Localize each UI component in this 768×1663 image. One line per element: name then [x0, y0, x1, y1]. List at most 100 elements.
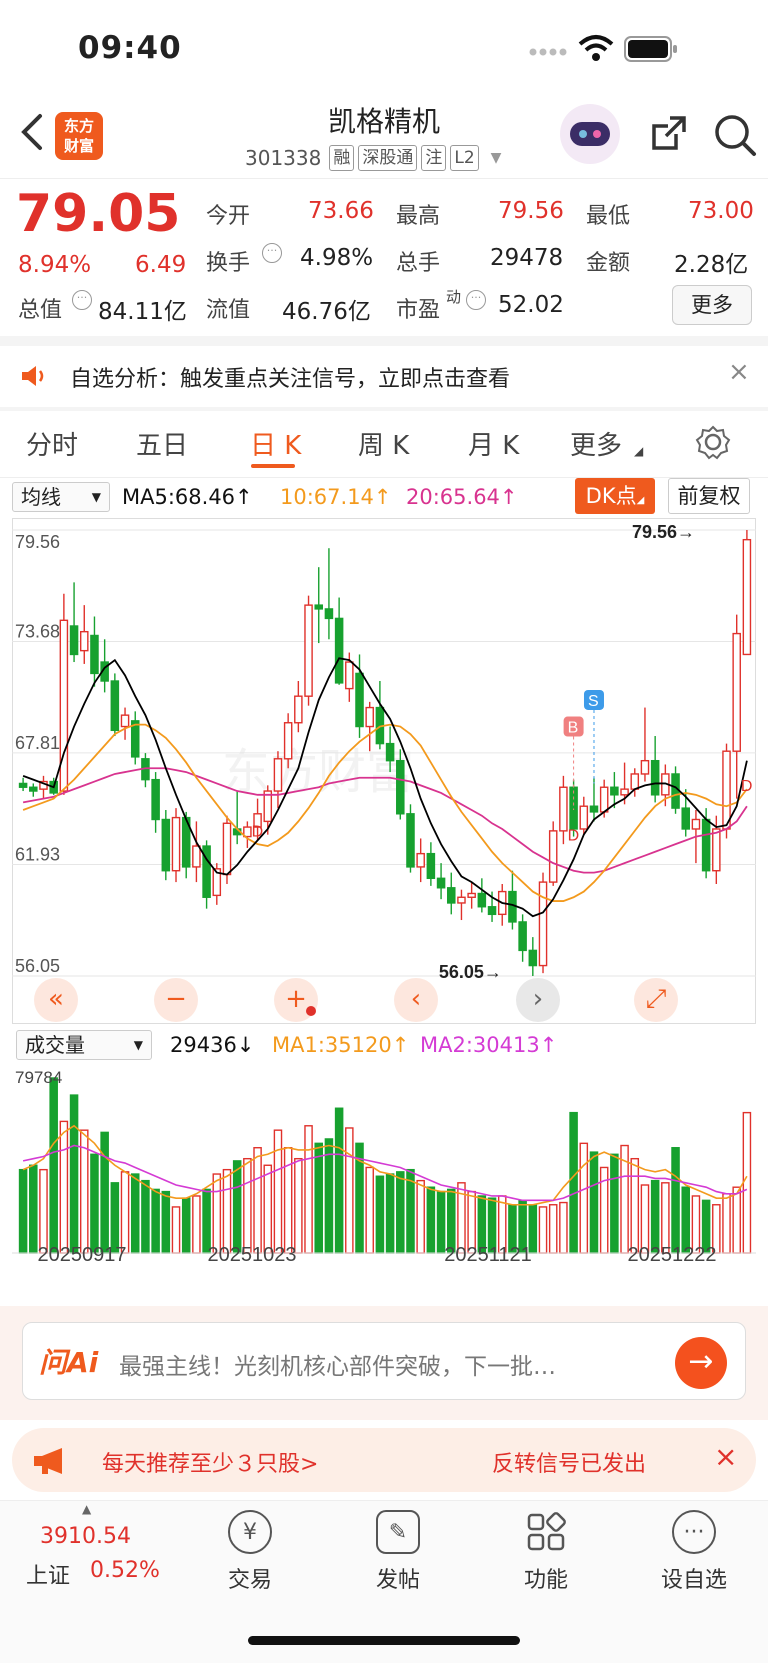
candle-body: [345, 661, 354, 690]
candle-body: [457, 896, 466, 904]
volume-bar: [375, 1175, 385, 1254]
volume-bar: [120, 1171, 130, 1254]
dk-point-button[interactable]: DK点◢: [575, 478, 655, 514]
zoom-out-all-button[interactable]: «: [34, 978, 78, 1022]
volume-bar: [181, 1197, 191, 1254]
volume-bar: [294, 1157, 303, 1254]
volume-indicator-row: 成交量 ▼ 29436↓ MA1:35120↑ MA2:30413↑: [0, 1030, 768, 1064]
info-icon[interactable]: ···: [262, 243, 282, 263]
candle-body: [548, 830, 558, 883]
search-icon[interactable]: [712, 112, 758, 158]
robot-avatar-icon[interactable]: [560, 104, 620, 164]
more-button[interactable]: 更多: [672, 285, 752, 325]
amount-label: 金额: [586, 251, 631, 276]
ma10-value: 10:67.14↑: [280, 485, 392, 509]
ai-search-box[interactable]: 问Ai 最强主线！光刻机核心部件突破，下一批… →: [22, 1322, 746, 1400]
volume-select[interactable]: 成交量 ▼: [16, 1030, 152, 1060]
index-change[interactable]: 0.52%: [90, 1558, 160, 1583]
notice-text: 自选分析：触发重点关注信号，立即点击查看: [70, 367, 511, 392]
indicator-select[interactable]: 均线 ▼: [12, 482, 110, 512]
fullscreen-button[interactable]: ⤢: [634, 978, 678, 1022]
x-axis-date-label: 20250917: [38, 1244, 127, 1263]
candle-body: [559, 786, 568, 832]
arrow-right-icon[interactable]: →: [675, 1337, 727, 1389]
volume-bar: [630, 1157, 640, 1254]
nav-functions[interactable]: 功能: [491, 1510, 601, 1594]
scroll-left-button[interactable]: ‹: [394, 978, 438, 1022]
notice-bar[interactable]: 自选分析：触发重点关注信号，立即点击查看 ×: [0, 345, 768, 407]
info-icon[interactable]: ···: [72, 290, 92, 310]
wifi-icon: [578, 35, 614, 61]
amount-value: 2.28亿: [674, 252, 749, 278]
nav-post[interactable]: ✎ 发帖: [343, 1510, 453, 1594]
tag-margin: 融: [329, 145, 355, 171]
tag-note: 注: [421, 145, 447, 171]
nav-add-watchlist-label: 设自选: [660, 1568, 727, 1593]
tab-weekly-k[interactable]: 周 K: [358, 425, 409, 462]
candle-body: [385, 742, 395, 762]
zoom-out-button[interactable]: −: [154, 978, 198, 1022]
candle-body: [304, 604, 313, 697]
float-label: 流值: [206, 298, 251, 323]
d-marker: D: [568, 827, 580, 844]
settings-icon[interactable]: [695, 424, 731, 460]
volume-bar: [192, 1195, 201, 1254]
share-icon[interactable]: [648, 112, 690, 154]
nav-post-label: 发帖: [375, 1568, 420, 1593]
nav-trade[interactable]: ¥ 交易: [195, 1510, 305, 1594]
candle-body: [171, 816, 181, 872]
volume-bar: [334, 1107, 344, 1254]
volume-bar: [69, 1094, 79, 1254]
candle-body: [29, 786, 38, 792]
index-name[interactable]: 上证: [26, 1558, 70, 1590]
candle-body: [273, 758, 283, 792]
volume-bar: [314, 1142, 324, 1254]
tab-five-day[interactable]: 五日: [136, 425, 188, 462]
stock-subtitle[interactable]: 301338 融 深股通 注 L2 ▼: [245, 145, 501, 171]
volume-bar: [29, 1164, 38, 1254]
candle-body: [630, 773, 640, 790]
promo-bar[interactable]: 每天推荐至少３只股> 反转信号已发出 ×: [12, 1428, 756, 1492]
promo-right-text[interactable]: 反转信号已发出: [492, 1446, 646, 1478]
volume-bar: [141, 1179, 150, 1254]
volume-chart[interactable]: 79784 20250917 20251023 20251121 20251222: [12, 1063, 756, 1263]
volume-bar: [130, 1173, 140, 1254]
caret-up-icon[interactable]: ▲: [82, 1502, 91, 1516]
volume-bar: [722, 1193, 731, 1254]
index-value[interactable]: 3910.54: [40, 1524, 131, 1549]
tab-monthly-k[interactable]: 月 K: [468, 425, 519, 462]
adjust-button[interactable]: 前复权: [668, 478, 750, 514]
status-bar: 09:40: [0, 0, 768, 100]
ma5-value: MA5:68.46↑: [122, 485, 253, 509]
promo-left-text[interactable]: 每天推荐至少３只股>: [102, 1446, 318, 1478]
info-icon[interactable]: ···: [466, 290, 486, 310]
close-icon[interactable]: ×: [714, 1440, 737, 1473]
tab-daily-k[interactable]: 日 K: [250, 425, 301, 462]
tab-intraday[interactable]: 分时: [26, 425, 78, 462]
volume-bar: [243, 1157, 252, 1254]
volume-bar: [253, 1147, 262, 1254]
volume-bar: [385, 1173, 395, 1254]
volume-bar: [365, 1166, 374, 1254]
candle-body: [426, 852, 436, 880]
pe-label: 市盈: [396, 298, 441, 323]
kline-chart[interactable]: 东方财富 79.56 73.68 67.81 61.93 56.05 79.56→ 56.0…: [12, 518, 756, 1024]
nav-add-watchlist[interactable]: ··· 设自选: [639, 1510, 749, 1594]
candle-body: [681, 807, 691, 830]
volume-bar: [161, 1190, 171, 1254]
close-icon[interactable]: ×: [728, 357, 750, 387]
d-marker: D: [741, 778, 753, 795]
candle-body: [151, 778, 160, 821]
candle-body: [436, 877, 446, 889]
d-marker: D: [252, 824, 264, 841]
scroll-right-button[interactable]: ›: [516, 978, 560, 1022]
candle-body: [59, 619, 69, 792]
tab-more[interactable]: 更多: [570, 425, 622, 462]
turnover-value: 4.98%: [300, 245, 374, 271]
min-price-label: 56.05→: [439, 962, 502, 982]
volume-bar: [569, 1111, 578, 1254]
volume-bar: [345, 1127, 354, 1254]
candle-body: [742, 538, 752, 656]
volume-bar: [18, 1168, 28, 1254]
chevron-down-icon: ▼: [133, 1038, 143, 1052]
